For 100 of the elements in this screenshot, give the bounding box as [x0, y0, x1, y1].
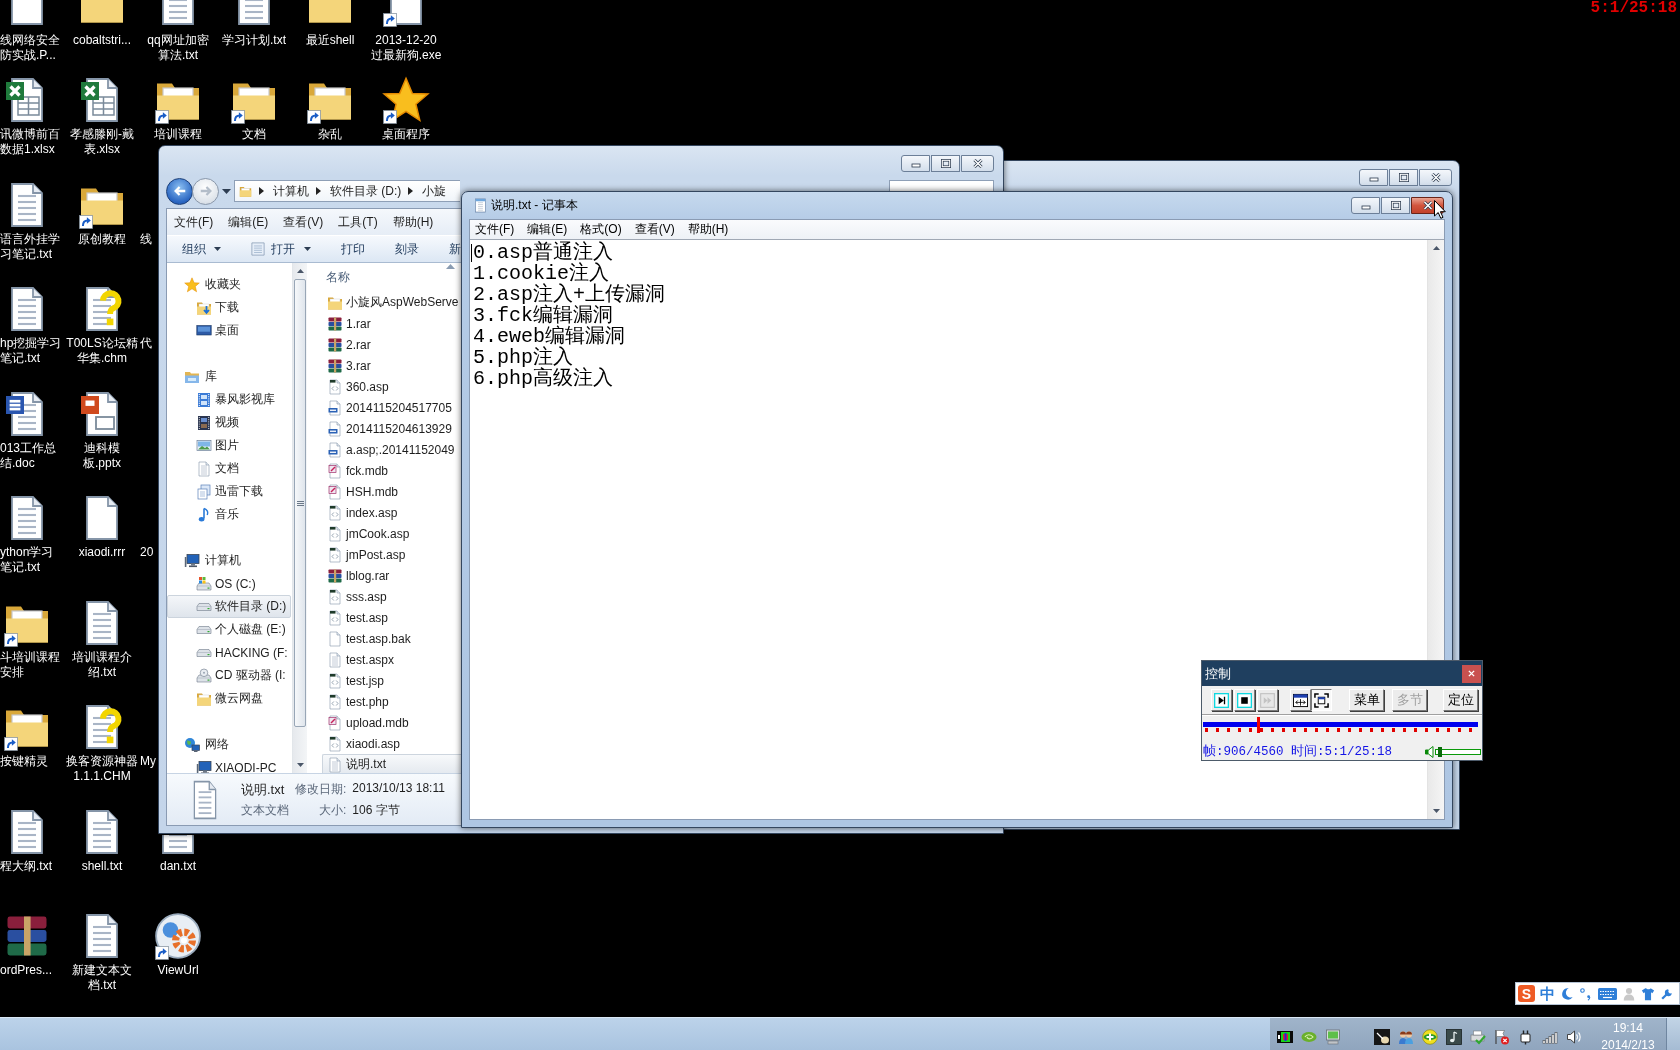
- volume-thumb[interactable]: [1438, 746, 1443, 757]
- nav-item[interactable]: 微云网盘: [167, 687, 291, 710]
- nav-item[interactable]: CD 驱动器 (I:: [167, 664, 291, 687]
- fit-window-button[interactable]: [1290, 689, 1311, 711]
- desktop-icon-label[interactable]: 2013-12-20过最新狗.exe: [369, 33, 443, 63]
- fullscreen-button[interactable]: [1311, 689, 1332, 711]
- scrollbar[interactable]: [292, 263, 307, 773]
- file-row[interactable]: 3.rar: [322, 355, 461, 376]
- panel-button[interactable]: 定位: [1443, 689, 1478, 711]
- nav-item[interactable]: OS (C:): [167, 572, 291, 595]
- moon-icon[interactable]: [1560, 986, 1574, 1001]
- desktop-icon-label[interactable]: 迪科模板.pptx: [65, 440, 139, 471]
- stop-button[interactable]: [1234, 689, 1255, 711]
- music-tile-icon[interactable]: [1446, 1029, 1462, 1045]
- desktop-icon-label[interactable]: ViewUrl: [157, 963, 199, 978]
- wrench-icon[interactable]: [1660, 986, 1674, 1001]
- nav-item[interactable]: 下载: [167, 296, 291, 319]
- desktop-icon-label[interactable]: ordPres...: [0, 963, 53, 978]
- keyboard-icon[interactable]: [1598, 987, 1617, 1000]
- desktop-icon-label[interactable]: ython学习笔记.txt: [0, 545, 63, 575]
- play-button[interactable]: [1211, 689, 1232, 711]
- desktop-icon-label[interactable]: 按键精灵: [0, 754, 48, 769]
- file-row[interactable]: fck.mdb: [322, 460, 461, 481]
- progress-marker[interactable]: [1257, 717, 1260, 733]
- power-plug-icon[interactable]: [1518, 1029, 1534, 1045]
- file-row[interactable]: test.asp: [322, 607, 461, 628]
- column-header[interactable]: 名称: [321, 263, 460, 292]
- nav-item[interactable]: 音乐: [167, 503, 291, 526]
- chevron-icon[interactable]: [408, 187, 414, 195]
- colorful-grid-icon[interactable]: [1277, 1029, 1293, 1045]
- desktop-icon-label[interactable]: 讯微博前百数据1.xlsx: [0, 127, 63, 157]
- desktop-icon-label[interactable]: 线: [140, 231, 152, 247]
- panel-button[interactable]: 菜单: [1349, 689, 1384, 711]
- desktop-icon-label[interactable]: shell.txt: [81, 858, 123, 874]
- nav-item[interactable]: 网络: [167, 733, 291, 756]
- nav-item[interactable]: 文档: [167, 457, 291, 480]
- shirt-icon[interactable]: [1641, 986, 1655, 1001]
- menu-item[interactable]: 格式(O): [580, 221, 622, 238]
- menu-item[interactable]: 文件(F): [475, 221, 515, 238]
- desktop-icon-label[interactable]: 换客资源神器1.1.1.CHM: [65, 754, 139, 784]
- file-row[interactable]: 2014115204517705: [322, 397, 461, 418]
- input-mode-button[interactable]: 中: [1540, 985, 1555, 1002]
- toolbar-button[interactable]: 新: [449, 240, 461, 258]
- desktop-icon-label[interactable]: 最近shell: [305, 33, 355, 48]
- file-row[interactable]: HSH.mdb: [322, 481, 461, 502]
- desktop-icon-label[interactable]: dan.txt: [160, 858, 196, 874]
- star-icon[interactable]: [382, 76, 430, 124]
- nav-item[interactable]: XIAODI-PC: [167, 756, 291, 773]
- file-row[interactable]: lblog.rar: [322, 565, 461, 586]
- desktop-icon-label[interactable]: 桌面程序: [382, 127, 430, 142]
- desktop-icon-label[interactable]: My: [140, 754, 156, 769]
- nav-item[interactable]: 收藏夹: [167, 273, 291, 296]
- menu-item[interactable]: 编辑(E): [527, 221, 568, 238]
- file-row[interactable]: jmPost.asp: [322, 544, 461, 565]
- nav-item[interactable]: 迅雷下载: [167, 480, 291, 503]
- desktop-icon-label[interactable]: 斗培训课程安排: [0, 649, 63, 680]
- address-bar[interactable]: 计算机 软件目录 (D:) 小旋: [234, 180, 460, 202]
- desktop-icon-label[interactable]: 学习计划.txt: [222, 33, 286, 48]
- speaker-icon[interactable]: [1566, 1029, 1582, 1045]
- nav-item[interactable]: 软件目录 (D:): [167, 595, 291, 618]
- nav-item[interactable]: 桌面: [167, 319, 291, 342]
- maximize-button[interactable]: [931, 155, 960, 172]
- toolbar-button[interactable]: 组织: [182, 240, 221, 258]
- scrollbar-thumb[interactable]: [294, 279, 306, 727]
- desktop-icon-label[interactable]: 文档: [242, 127, 266, 142]
- file-row[interactable]: test.php: [322, 691, 461, 712]
- toolbar-button[interactable]: 刻录: [395, 240, 419, 258]
- desktop-icon-label[interactable]: 语言外挂学习笔记.txt: [0, 231, 63, 262]
- menu-item[interactable]: 帮助(H): [392, 213, 434, 231]
- maximize-button[interactable]: [1381, 197, 1410, 214]
- nav-item[interactable]: 视频: [167, 411, 291, 434]
- plus-circle-icon[interactable]: [1422, 1029, 1438, 1045]
- desktop-icon-label[interactable]: 杂乱: [318, 127, 342, 142]
- file-row[interactable]: a.asp;.20141152049: [322, 439, 461, 460]
- photo-thumbnail-icon[interactable]: [1374, 1029, 1390, 1045]
- breadcrumb[interactable]: 计算机: [273, 182, 309, 200]
- desktop-icon-label[interactable]: xiaodi.rrr: [78, 545, 126, 560]
- gear-globe-icon[interactable]: [154, 912, 202, 960]
- file-row[interactable]: test.jsp: [322, 670, 461, 691]
- menu-item[interactable]: 文件(F): [174, 213, 214, 231]
- file-row[interactable]: index.asp: [322, 502, 461, 523]
- file-row[interactable]: test.asp.bak: [322, 628, 461, 649]
- printer-check-icon[interactable]: [1470, 1029, 1486, 1045]
- monitor-icon[interactable]: [1325, 1029, 1341, 1045]
- search-field[interactable]: [889, 180, 994, 192]
- nav-item[interactable]: 计算机: [167, 549, 291, 572]
- desktop-icon-label[interactable]: 培训课程介绍.txt: [65, 649, 139, 680]
- breadcrumb[interactable]: 小旋: [422, 182, 447, 200]
- file-row[interactable]: xiaodi.asp: [322, 733, 461, 754]
- desktop-icon-label[interactable]: hp挖掘学习笔记.txt: [0, 336, 63, 366]
- desktop-icon-label[interactable]: 013工作总结.doc: [0, 440, 63, 471]
- toolbar-button[interactable]: 打印: [341, 240, 365, 258]
- nav-item[interactable]: 暴风影视库: [167, 388, 291, 411]
- desktop-icon-label[interactable]: cobaltstri...: [73, 33, 131, 48]
- menu-item[interactable]: 编辑(E): [228, 213, 269, 231]
- desktop-icon-label[interactable]: 培训课程: [154, 127, 202, 142]
- nav-item[interactable]: 图片: [167, 434, 291, 457]
- file-row[interactable]: test.aspx: [322, 649, 461, 670]
- minimize-button[interactable]: [1359, 169, 1388, 186]
- menu-item[interactable]: 工具(T): [338, 213, 378, 231]
